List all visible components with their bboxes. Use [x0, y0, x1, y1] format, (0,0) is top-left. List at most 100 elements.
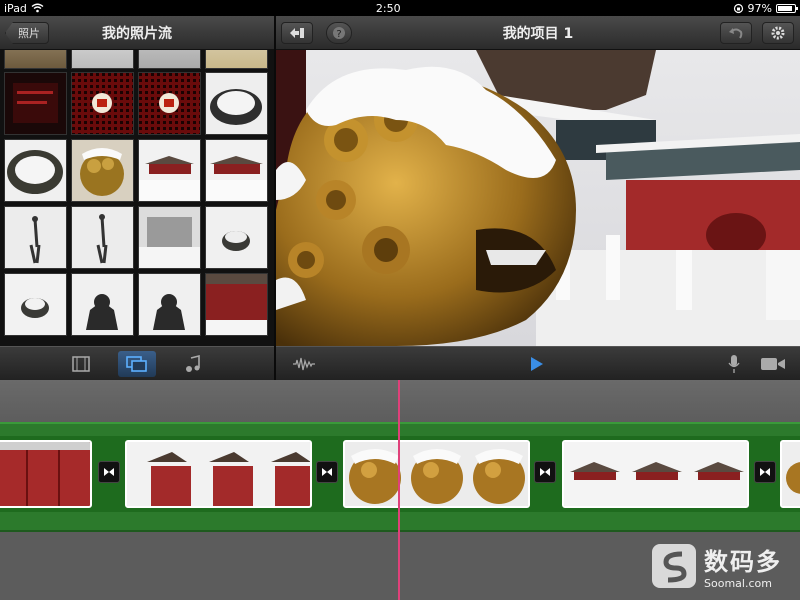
tab-audio[interactable] — [174, 351, 212, 377]
photo-thumbnail[interactable] — [205, 206, 268, 269]
photo-thumbnail[interactable] — [138, 273, 201, 336]
wifi-icon — [31, 3, 44, 13]
transition-icon — [322, 468, 332, 476]
tab-photos[interactable] — [118, 350, 156, 377]
transition-button[interactable] — [316, 461, 338, 483]
waveform-icon[interactable] — [292, 356, 316, 372]
device-name: iPad — [4, 1, 27, 15]
transition-button[interactable] — [534, 461, 556, 483]
clip-thumbnails — [0, 442, 90, 506]
photo-thumbnail[interactable] — [138, 72, 201, 135]
project-timeline[interactable]: 数码多 Soomal.com — [0, 380, 800, 600]
watermark-en: Soomal.com — [704, 577, 772, 590]
camera-icon[interactable] — [760, 356, 786, 372]
music-icon — [186, 354, 200, 372]
clip-thumbnails — [564, 442, 747, 506]
tab-video[interactable] — [62, 351, 100, 377]
photo-thumbnail[interactable] — [205, 273, 268, 336]
photo-content — [29, 216, 41, 264]
photo-content — [96, 214, 108, 264]
project-list-icon — [290, 28, 304, 38]
viewer-controls-bar — [276, 346, 800, 380]
rotation-lock-icon — [733, 3, 743, 13]
video-clip[interactable] — [343, 440, 530, 508]
photo-thumbnail[interactable] — [205, 72, 268, 135]
photo-thumbnail[interactable] — [71, 139, 134, 202]
transition-icon — [540, 468, 550, 476]
photo-thumbnail[interactable] — [205, 50, 268, 69]
transition-button[interactable] — [754, 461, 776, 483]
my-projects-button[interactable] — [281, 22, 313, 44]
status-right: 97% — [733, 1, 798, 15]
playhead[interactable] — [398, 380, 400, 600]
video-clip[interactable] — [780, 440, 800, 508]
photo-thumbnail[interactable] — [205, 139, 268, 202]
photo-content — [72, 73, 133, 134]
photo-thumbnail[interactable] — [4, 206, 67, 269]
photo-content — [13, 83, 58, 123]
preview-viewer[interactable] — [276, 50, 800, 346]
photo-content — [86, 294, 118, 330]
photo-thumbnail[interactable] — [138, 50, 201, 69]
photo-thumbnail[interactable] — [4, 139, 67, 202]
photo-content — [222, 231, 250, 251]
media-tab-bar — [0, 346, 274, 380]
watermark: 数码多 Soomal.com — [652, 542, 782, 590]
photo-content — [139, 217, 200, 268]
photo-thumbnail[interactable] — [71, 273, 134, 336]
play-icon[interactable] — [530, 356, 544, 372]
photo-content — [206, 274, 267, 335]
photo-content — [7, 150, 63, 194]
photo-content — [139, 156, 200, 201]
video-clip[interactable] — [0, 440, 92, 508]
photo-thumbnail[interactable] — [4, 273, 67, 336]
photo-thumbnail[interactable] — [138, 206, 201, 269]
photos-icon — [126, 355, 147, 372]
photo-thumbnail[interactable] — [4, 50, 67, 69]
watermark-cn: 数码多 — [704, 548, 782, 576]
battery-percent: 97% — [747, 1, 772, 15]
photo-thumbnail[interactable] — [71, 50, 134, 69]
photo-content — [206, 156, 267, 201]
microphone-icon[interactable] — [728, 354, 740, 374]
photo-browser-toolbar: 照片 我的照片流 — [0, 16, 274, 50]
undo-button[interactable] — [720, 22, 752, 44]
photo-grid — [0, 50, 274, 346]
status-left: iPad — [4, 2, 44, 15]
transition-icon — [760, 468, 770, 476]
svg-text:?: ? — [336, 29, 341, 40]
project-toolbar: ? 我的项目 1 — [276, 16, 800, 50]
back-button[interactable]: 照片 — [5, 22, 49, 44]
video-track — [0, 422, 800, 532]
watermark-text: 数码多 Soomal.com — [704, 542, 782, 590]
undo-icon — [729, 28, 743, 39]
photo-thumbnail[interactable] — [71, 206, 134, 269]
photo-content — [153, 294, 185, 330]
video-clip[interactable] — [125, 440, 312, 508]
photo-thumbnail[interactable] — [4, 72, 67, 135]
project-title: 我的项目 1 — [502, 25, 574, 42]
transition-button[interactable] — [98, 461, 120, 483]
photo-content — [80, 148, 124, 196]
photo-content — [139, 73, 200, 134]
photo-content — [21, 298, 49, 318]
film-icon — [72, 355, 90, 372]
photo-thumbnail[interactable] — [138, 139, 201, 202]
preview-frame — [276, 50, 800, 346]
photo-thumbnail[interactable] — [71, 72, 134, 135]
timeline-audio-area — [0, 380, 800, 422]
video-clip[interactable] — [562, 440, 749, 508]
clip-thumbnails — [127, 442, 310, 506]
photo-content — [210, 89, 262, 125]
clip-thumbnails — [782, 442, 800, 506]
battery-icon — [775, 3, 798, 13]
help-button[interactable]: ? — [326, 22, 352, 44]
transition-icon — [104, 468, 114, 476]
watermark-glyph — [663, 551, 687, 583]
settings-icon — [771, 26, 785, 40]
clock: 2:50 — [375, 1, 401, 15]
status-bar: iPad 2:50 97% — [0, 0, 800, 16]
help-icon: ? — [333, 27, 345, 40]
settings-button[interactable] — [762, 22, 794, 44]
project-viewer-panel: ? 我的项目 1 — [276, 16, 800, 380]
